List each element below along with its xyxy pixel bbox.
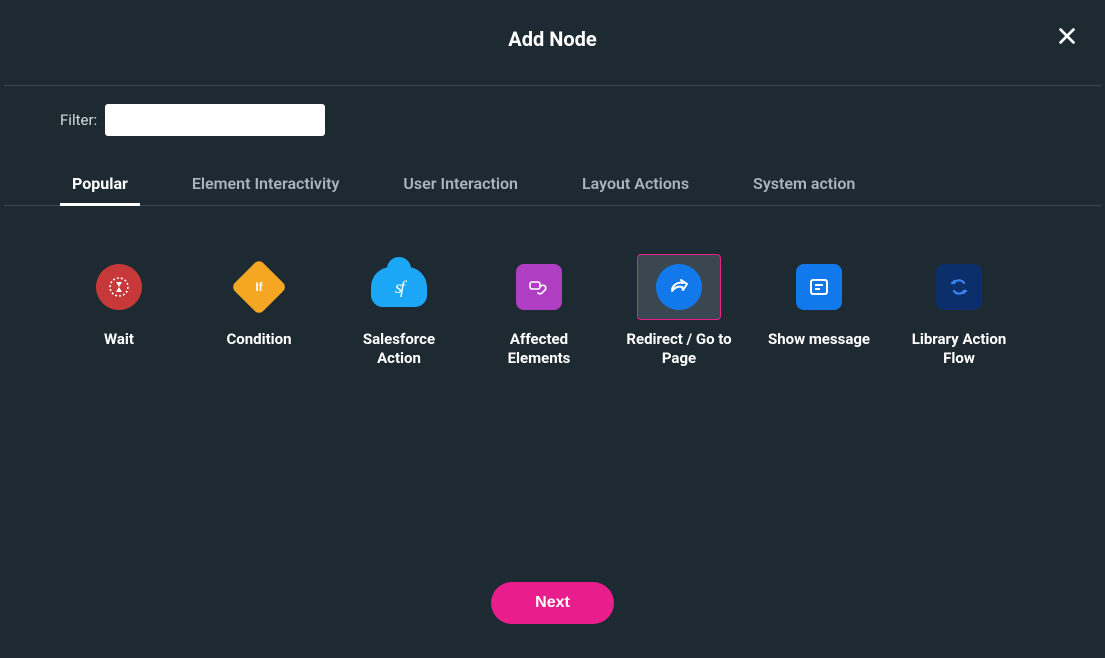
node-label: Redirect / Go to Page	[620, 330, 738, 368]
node-label: Condition	[226, 330, 291, 349]
add-node-modal: Add Node Filter: Popular Element Interac…	[4, 4, 1101, 654]
node-condition[interactable]: If Condition	[200, 254, 318, 368]
tab-element-interactivity[interactable]: Element Interactivity	[180, 174, 352, 205]
filter-label: Filter:	[60, 111, 97, 129]
condition-icon: If	[231, 259, 288, 316]
tabs: Popular Element Interactivity User Inter…	[4, 174, 1101, 206]
node-icon-wrap	[917, 254, 1001, 320]
message-icon	[796, 264, 842, 310]
node-label: Salesforce Action	[340, 330, 458, 368]
next-button[interactable]: Next	[491, 582, 614, 624]
close-button[interactable]	[1053, 22, 1081, 50]
node-label: Wait	[104, 330, 134, 349]
close-icon	[1056, 25, 1078, 47]
tab-layout-actions[interactable]: Layout Actions	[570, 174, 701, 205]
node-show-message[interactable]: Show message	[760, 254, 878, 368]
node-wait[interactable]: Wait	[60, 254, 178, 368]
node-redirect[interactable]: Redirect / Go to Page	[620, 254, 738, 368]
modal-header: Add Node	[4, 4, 1101, 86]
node-library-action-flow[interactable]: Library Action Flow	[900, 254, 1018, 368]
node-salesforce-action[interactable]: sf Salesforce Action	[340, 254, 458, 368]
node-icon-wrap: sf	[357, 254, 441, 320]
affected-elements-icon	[516, 264, 562, 310]
node-icon-wrap: If	[217, 254, 301, 320]
tab-popular[interactable]: Popular	[60, 174, 140, 205]
redirect-icon	[656, 264, 702, 310]
svg-text:If: If	[255, 280, 263, 294]
node-label: Affected Elements	[480, 330, 598, 368]
node-icon-wrap	[77, 254, 161, 320]
tab-user-interaction[interactable]: User Interaction	[391, 174, 530, 205]
filter-row: Filter:	[4, 86, 1101, 136]
node-label: Library Action Flow	[900, 330, 1018, 368]
node-icon-wrap	[497, 254, 581, 320]
node-affected-elements[interactable]: Affected Elements	[480, 254, 598, 368]
modal-footer: Next	[4, 582, 1101, 654]
node-icon-wrap	[777, 254, 861, 320]
node-grid: Wait If Condition sf Salesforce Action	[4, 206, 1101, 368]
library-flow-icon	[936, 264, 982, 310]
node-label: Show message	[768, 330, 870, 349]
tab-system-action[interactable]: System action	[741, 174, 867, 205]
filter-input[interactable]	[105, 104, 325, 136]
node-icon-wrap	[637, 254, 721, 320]
salesforce-icon: sf	[371, 267, 427, 307]
modal-title: Add Node	[508, 27, 596, 51]
hourglass-icon	[96, 264, 142, 310]
